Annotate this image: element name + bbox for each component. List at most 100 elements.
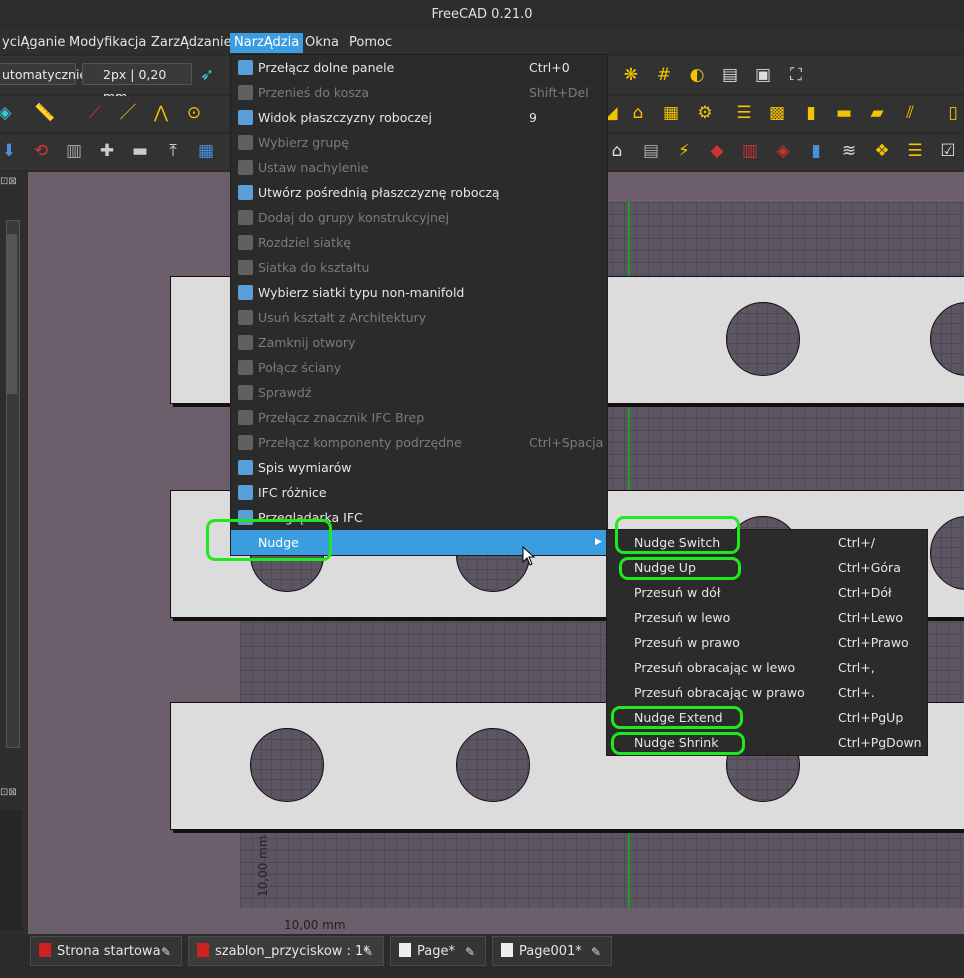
menu-item-mesh-to-shape[interactable]: Siatka do kształtu [231, 255, 607, 280]
hole [726, 302, 800, 376]
layers-icon[interactable]: ≋ [838, 140, 860, 162]
menu-tools[interactable]: NarzĄdzia [230, 33, 304, 53]
snap-angle-icon[interactable]: ◐ [686, 64, 708, 86]
dock-close-icon[interactable]: ⊡⊠ [0, 176, 22, 190]
grid-array-icon[interactable]: ▦ [195, 140, 217, 162]
circle-icon[interactable]: ⊙ [183, 102, 205, 124]
menu-item-non-manifold[interactable]: Wybierz siatki typu non-manifold [231, 280, 607, 305]
menu-item-label: Przełącz komponenty podrzędne [258, 435, 462, 450]
menu-item-toggle-bottom-panels[interactable]: Przełącz dolne panele Ctrl+0 [231, 55, 607, 80]
mouse-cursor-icon [522, 545, 536, 566]
pin-icon[interactable]: ✎ [465, 937, 475, 967]
page-icon [399, 943, 411, 957]
menu-item-label: Sprawdź [258, 385, 312, 400]
menu-item-ifc-diff[interactable]: IFC różnice [231, 480, 607, 505]
snap-icon[interactable]: ➶ [196, 64, 218, 86]
pin-icon[interactable]: ✎ [591, 937, 601, 967]
tab-start-page[interactable]: Strona startowa ✎ [30, 936, 182, 966]
submenu-item-rotate-right[interactable]: Przesuń obracając w prawo Ctrl+. [607, 680, 927, 705]
menu-item-intermediate-workplane[interactable]: Utwórz pośrednią płaszczyznę roboczą [231, 180, 607, 205]
menu-item-survey[interactable]: Spis wymiarów [231, 455, 607, 480]
frame-icon[interactable]: ▩ [766, 102, 788, 124]
menu-windows[interactable]: Okna [301, 33, 343, 53]
building-icon[interactable]: ⌂ [627, 102, 649, 124]
measure-icon[interactable]: 📏 [34, 102, 56, 124]
tab-page001[interactable]: Page001* ✎ [492, 936, 612, 966]
menu-item-label: IFC różnice [258, 485, 327, 500]
submenu-item-rotate-left[interactable]: Przesuń obracając w lewo Ctrl+, [607, 655, 927, 680]
submenu-item-nudge-left[interactable]: Przesuń w lewo Ctrl+Lewo [607, 605, 927, 630]
dock-close-icon-2[interactable]: ⊡⊠ [0, 787, 22, 801]
equipment-icon[interactable]: ⚙ [694, 102, 716, 124]
menu-item-label: Wybierz siatki typu non-manifold [258, 285, 465, 300]
line-width-combo[interactable]: 2px | 0,20 mm [82, 63, 192, 104]
menu-item-split-mesh[interactable]: Rozdziel siatkę [231, 230, 607, 255]
snap-grid-icon[interactable]: ❋ [620, 64, 642, 86]
menu-item-move-to-trash[interactable]: Przenieś do kosza Shift+Del [231, 80, 607, 105]
menu-modification[interactable]: Modyfikacja [65, 33, 150, 53]
menu-item-shortcut: Ctrl+Lewo [838, 610, 904, 625]
remove-icon[interactable]: ▬ [129, 140, 151, 162]
fullscreen-icon[interactable]: ⛶ [785, 64, 807, 86]
menu-item-shortcut: Ctrl+PgDown [838, 735, 922, 750]
upgrade-icon[interactable]: ⤒ [162, 140, 184, 162]
rebar-icon[interactable]: ⫽ [899, 102, 921, 124]
menu-item-select-group[interactable]: Wybierz grupę [231, 130, 607, 155]
rotate-icon[interactable]: ⟲ [30, 140, 52, 162]
stairs-icon[interactable]: ☰ [733, 102, 755, 124]
cube-icon[interactable]: ◈ [0, 102, 16, 124]
ifc-diff-icon [238, 485, 253, 500]
workplane-icon[interactable]: ▤ [719, 64, 741, 86]
pin-icon[interactable]: ✎ [363, 937, 373, 967]
polyline-icon[interactable]: ⋀ [150, 102, 172, 124]
menu-item-toggle-ifc-brep[interactable]: Przełącz znacznik IFC Brep [231, 405, 607, 430]
menu-item-label: Zamknij otwory [258, 335, 356, 350]
menu-item-workplane-view[interactable]: Widok płaszczyzny roboczej 9 [231, 105, 607, 130]
menu-item-close-holes[interactable]: Zamknij otwory [231, 330, 607, 355]
submenu-item-nudge-down[interactable]: Przesuń w dół Ctrl+Dół [607, 580, 927, 605]
highlight-nudge-up [619, 557, 741, 580]
site-icon[interactable]: ⌂ [606, 140, 628, 162]
material-icon[interactable]: ❖ [871, 140, 893, 162]
snap-ortho-icon[interactable]: # [653, 64, 675, 86]
arrow-down-icon[interactable]: ⬇ [0, 140, 20, 162]
submenu-item-nudge-right[interactable]: Przesuń w prawo Ctrl+Prawo [607, 630, 927, 655]
column-icon[interactable]: ▮ [800, 102, 822, 124]
menu-item-label: Spis wymiarów [258, 460, 352, 475]
pin-icon[interactable]: ✎ [161, 937, 171, 967]
tab-template[interactable]: szablon_przyciskow : 1* ✎ [188, 936, 384, 966]
menu-item-toggle-subcomponents[interactable]: Przełącz komponenty podrzędne Ctrl+Spacja [231, 430, 607, 455]
section-icon[interactable]: ◆ [706, 140, 728, 162]
book-icon[interactable]: ▮ [805, 140, 827, 162]
menu-item-merge-walls[interactable]: Połącz ściany [231, 355, 607, 380]
line-icon[interactable]: ／ [117, 102, 139, 124]
schedule-icon[interactable]: ▥ [739, 140, 761, 162]
slope-icon [238, 160, 253, 175]
menu-item-set-slope[interactable]: Ustaw nachylenie [231, 155, 607, 180]
tab-page[interactable]: Page* ✎ [390, 936, 486, 966]
menu-item-add-to-construction[interactable]: Dodaj do grupy konstrukcyjnej [231, 205, 607, 230]
list-icon[interactable]: ☰ [904, 140, 926, 162]
array-icon[interactable]: ▥ [63, 140, 85, 162]
axis-icon[interactable]: ⚡ [673, 140, 695, 162]
checklist-icon[interactable]: ☑ [937, 140, 959, 162]
menu-drafting[interactable]: yciĄganie [0, 33, 69, 53]
menu-item-check[interactable]: Sprawdź [231, 380, 607, 405]
menu-help[interactable]: Pomoc [345, 33, 396, 53]
menu-item-label: Przesuń w prawo [634, 635, 740, 650]
dimension-icon[interactable]: ▣ [752, 64, 774, 86]
mode-combo[interactable]: utomatycznie [0, 63, 87, 85]
menu-item-remove-shape[interactable]: Usuń kształt z Architektury [231, 305, 607, 330]
component-icon[interactable]: ▤ [640, 140, 662, 162]
add-icon[interactable]: ✚ [96, 140, 118, 162]
compare-icon[interactable]: ◈ [772, 140, 794, 162]
hole [250, 728, 324, 802]
scrollbar-thumb[interactable] [7, 234, 17, 394]
slab-icon[interactable]: ▰ [866, 102, 888, 124]
workplane-proxy-icon [238, 185, 253, 200]
panel-icon[interactable]: ▯ [942, 102, 964, 124]
window-icon[interactable]: ▦ [660, 102, 682, 124]
menu-utilities[interactable]: ZarzĄdzanie [147, 33, 236, 53]
beam-icon[interactable]: ▬ [833, 102, 855, 124]
wire-icon[interactable]: ⟋ [84, 102, 106, 124]
